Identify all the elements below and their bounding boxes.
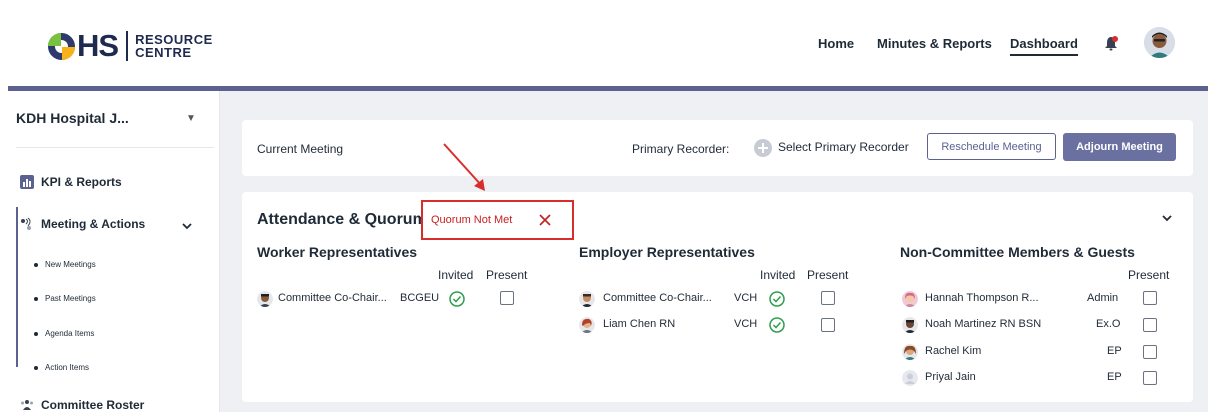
logo-o-mark [48, 32, 75, 60]
select-primary-recorder[interactable]: Select Primary Recorder [778, 140, 909, 154]
org-selector[interactable]: KDH Hospital J... [16, 110, 129, 126]
invited-check-icon [769, 317, 785, 333]
sidebar-subitem-past-meetings[interactable]: Past Meetings [34, 294, 96, 303]
member-name: Liam Chen RN [603, 318, 676, 330]
avatar [902, 317, 918, 333]
member-name: Noah Martinez RN BSN [925, 318, 1042, 330]
worker-col-invited: Invited [438, 268, 474, 282]
employer-reps-title: Employer Representatives [579, 244, 755, 260]
active-section-indicator [16, 207, 18, 367]
adjourn-meeting-button[interactable]: Adjourn Meeting [1063, 133, 1176, 161]
member-name: Committee Co-Chair... [603, 292, 712, 304]
avatar [579, 291, 595, 307]
present-checkbox[interactable] [1143, 291, 1157, 305]
avatar [579, 317, 595, 333]
chevron-down-icon[interactable] [182, 222, 192, 230]
employer-col-present: Present [807, 268, 849, 282]
avatar [902, 344, 918, 360]
top-bar: HS RESOURCE CENTRE Home Minutes & Report… [0, 0, 1208, 86]
ohs-logo[interactable]: HS RESOURCE CENTRE [48, 28, 213, 64]
guests-title: Non-Committee Members & Guests [900, 244, 1135, 260]
avatar [902, 370, 918, 386]
employer-col-invited: Invited [760, 268, 796, 282]
member-name: Committee Co-Chair... [278, 292, 387, 304]
worker-col-present: Present [486, 268, 528, 282]
nav-minutes-reports[interactable]: Minutes & Reports [877, 36, 992, 51]
nav-home[interactable]: Home [818, 36, 854, 51]
member-role: EP [1107, 371, 1122, 383]
avatar [257, 291, 273, 307]
chevron-down-icon[interactable] [1162, 214, 1172, 222]
present-checkbox[interactable] [1143, 318, 1157, 332]
member-role: Ex.O [1096, 318, 1121, 330]
bell-icon[interactable] [1104, 36, 1118, 52]
sidebar-subitem-agenda-items[interactable]: Agenda Items [34, 329, 94, 338]
present-checkbox[interactable] [500, 291, 514, 305]
member-role: EP [1107, 345, 1122, 357]
annotation-arrow-icon [443, 143, 485, 191]
reschedule-meeting-button[interactable]: Reschedule Meeting [927, 133, 1056, 160]
logo-sub-line2: CENTRE [135, 45, 192, 60]
sidebar: KDH Hospital J... ▼ KPI & Reports Meetin… [8, 91, 220, 412]
nav-dashboard[interactable]: Dashboard [1010, 36, 1078, 56]
bar-chart-icon [20, 175, 34, 189]
invited-check-icon [769, 291, 785, 307]
add-recorder-icon[interactable] [754, 139, 772, 157]
user-avatar[interactable] [1144, 27, 1175, 58]
sidebar-subitem-new-meetings[interactable]: New Meetings [34, 260, 96, 269]
worker-reps-title: Worker Representatives [257, 244, 418, 260]
present-checkbox[interactable] [821, 291, 835, 305]
sidebar-item-committee-roster[interactable]: Committee Roster [20, 398, 144, 412]
quorum-status-badge: Quorum Not Met [421, 200, 574, 240]
avatar [902, 291, 918, 307]
member-role: Admin [1087, 292, 1119, 304]
guests-col-present: Present [1128, 268, 1170, 282]
sidebar-item-meeting-actions[interactable]: Meeting & Actions [20, 217, 145, 231]
member-org: VCH [734, 318, 758, 330]
member-name: Rachel Kim [925, 345, 982, 357]
meeting-icon [21, 217, 31, 230]
sidebar-item-kpi-reports[interactable]: KPI & Reports [20, 175, 122, 189]
invited-check-icon [449, 291, 465, 307]
chevron-down-icon[interactable]: ▼ [186, 113, 196, 124]
people-icon [21, 400, 33, 410]
sidebar-item-label: Committee Roster [41, 398, 145, 412]
logo-main-text: HS [77, 28, 119, 63]
present-checkbox[interactable] [1143, 371, 1157, 385]
quorum-status-text: Quorum Not Met [431, 214, 513, 226]
attendance-title: Attendance & Quorum [257, 211, 427, 228]
sidebar-item-label: Meeting & Actions [41, 217, 146, 231]
member-name: Hannah Thompson R... [925, 292, 1039, 304]
sidebar-item-label: KPI & Reports [41, 175, 122, 189]
current-meeting-label: Current Meeting [257, 142, 344, 156]
present-checkbox[interactable] [821, 318, 835, 332]
primary-recorder-label: Primary Recorder: [632, 142, 730, 156]
sidebar-subitem-action-items[interactable]: Action Items [34, 363, 89, 372]
member-org: VCH [734, 292, 758, 304]
close-icon[interactable] [539, 214, 551, 226]
member-name: Priyal Jain [925, 371, 976, 383]
member-org: BCGEU [400, 292, 440, 304]
present-checkbox[interactable] [1143, 345, 1157, 359]
